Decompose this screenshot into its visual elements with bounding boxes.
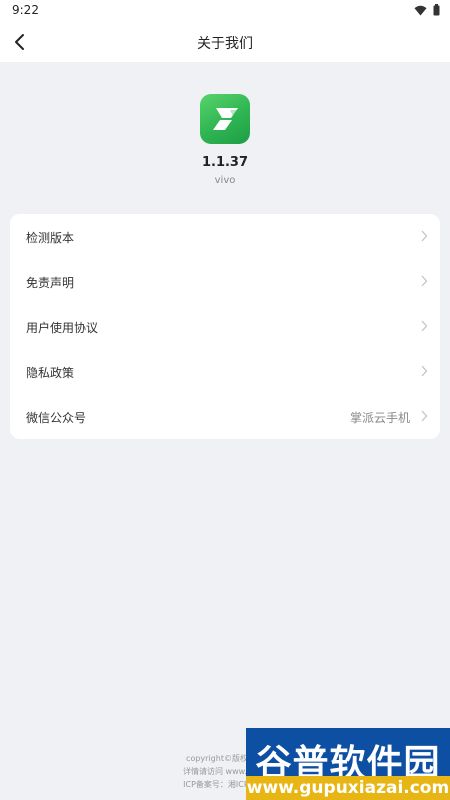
menu-item-label: 微信公众号	[26, 411, 87, 425]
app-version: 1.1.37	[201, 155, 249, 170]
app-logo-icon	[213, 108, 238, 130]
app-channel: vivo	[214, 175, 236, 186]
status-icons	[414, 4, 440, 16]
menu-item-label: 隐私政策	[26, 366, 75, 380]
menu-item-user-agreement[interactable]: 用户使用协议	[10, 304, 440, 349]
watermark-url: www.gupuxiazai.com	[246, 776, 450, 800]
menu-item-wechat-account[interactable]: 微信公众号 掌派云手机	[10, 394, 440, 439]
watermark-logo: 谷普软件园 www.gupuxiazai.com	[246, 728, 450, 800]
status-bar: 9:22	[0, 0, 450, 22]
page-title: 关于我们	[197, 36, 253, 52]
menu-item-check-version[interactable]: 检测版本	[10, 214, 440, 259]
menu-item-label: 免责声明	[26, 276, 75, 290]
wifi-icon	[414, 5, 427, 15]
chevron-right-icon	[421, 365, 428, 377]
menu-item-privacy-policy[interactable]: 隐私政策	[10, 349, 440, 394]
nav-bar: 关于我们	[0, 22, 450, 62]
status-time: 9:22	[12, 3, 39, 17]
chevron-right-icon	[421, 320, 428, 332]
chevron-right-icon	[421, 275, 428, 287]
menu-item-value: 掌派云手机	[349, 411, 410, 425]
menu-item-label: 检测版本	[26, 231, 75, 245]
app-logo	[200, 94, 250, 144]
chevron-right-icon	[421, 230, 428, 242]
settings-menu: 检测版本 免责声明 用户使用协议 隐私政策 微信公众号 掌派云手机	[10, 214, 440, 439]
menu-item-disclaimer[interactable]: 免责声明	[10, 259, 440, 304]
menu-item-label: 用户使用协议	[26, 321, 99, 335]
chevron-right-icon	[421, 410, 428, 422]
battery-icon	[433, 4, 440, 16]
